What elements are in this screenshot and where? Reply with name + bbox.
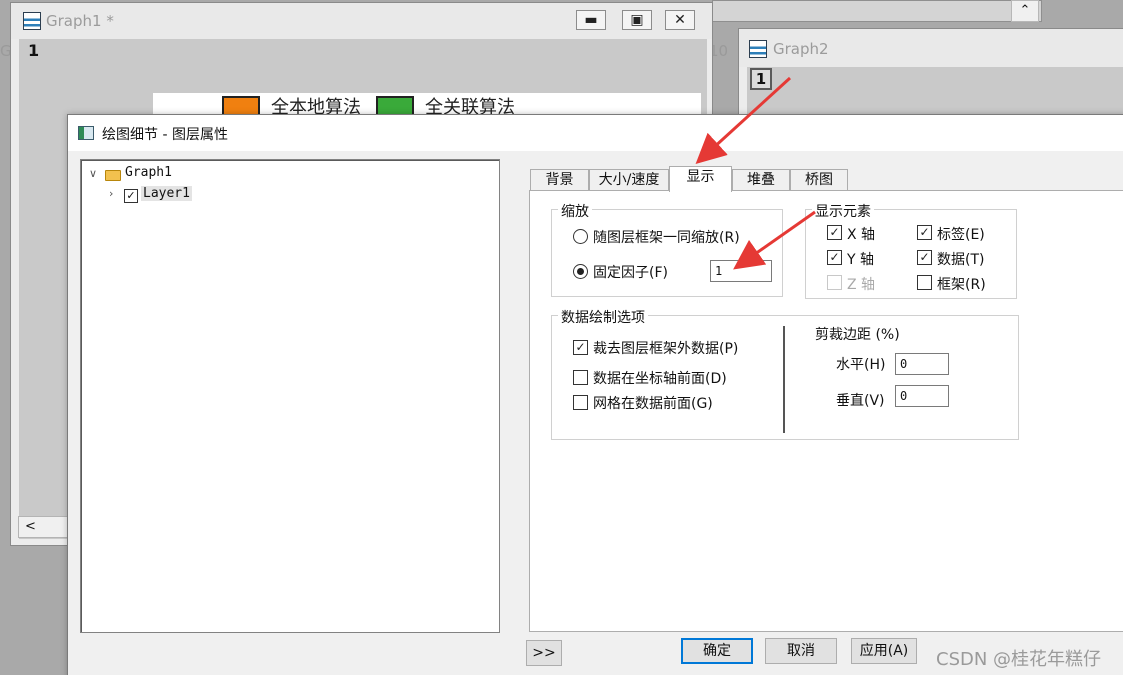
tab-display[interactable]: 显示 bbox=[669, 166, 732, 192]
annotation-arrows bbox=[695, 76, 816, 270]
arrow-to-display-tab bbox=[695, 76, 792, 165]
arrow-to-fixed-factor bbox=[733, 210, 816, 270]
